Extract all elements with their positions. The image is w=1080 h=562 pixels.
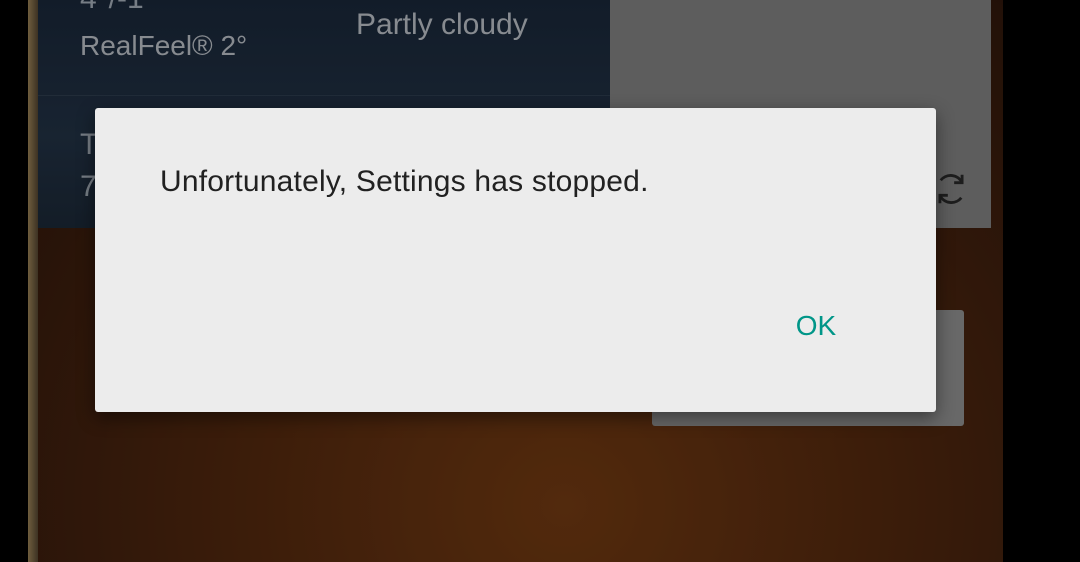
ok-button[interactable]: OK xyxy=(771,296,861,356)
error-dialog: Unfortunately, Settings has stopped. OK xyxy=(95,108,936,412)
dialog-message: Unfortunately, Settings has stopped. xyxy=(160,165,649,198)
